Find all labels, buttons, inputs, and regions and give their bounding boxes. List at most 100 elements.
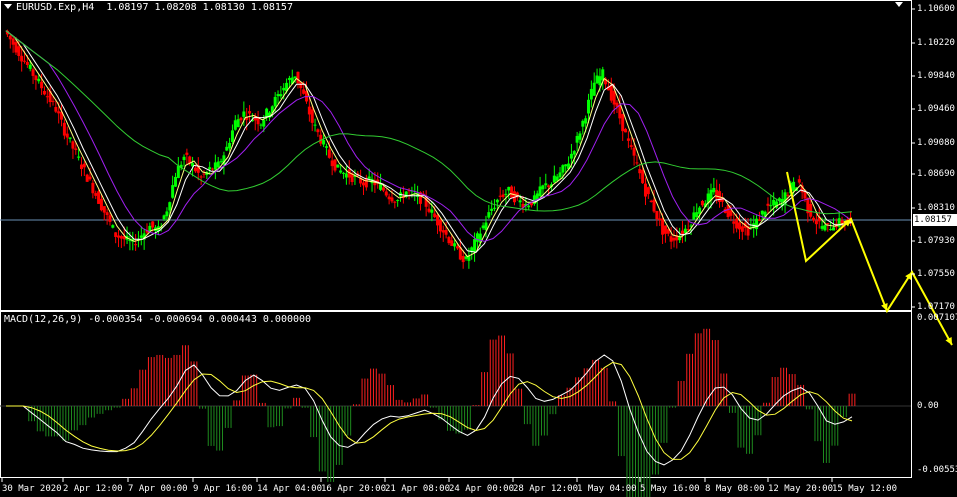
chart-scroll-icon[interactable]: [895, 2, 903, 7]
time-label: 30 Mar 2020: [2, 484, 62, 494]
candle-body: [581, 120, 585, 127]
candle-body: [313, 124, 317, 126]
price-label: 1.08690: [917, 169, 955, 179]
candle-body: [786, 194, 790, 196]
candle-body: [649, 200, 653, 203]
candle-body: [117, 235, 121, 238]
candle-body: [757, 219, 761, 221]
candle-body: [396, 200, 400, 202]
candle-body: [34, 75, 38, 81]
price-label: 1.09080: [917, 138, 955, 148]
candle-body: [45, 96, 49, 98]
candle-body: [772, 199, 776, 206]
candle-body: [339, 170, 343, 173]
candle-body: [233, 120, 237, 130]
price-label: 1.10600: [917, 4, 955, 14]
candle-body: [296, 71, 300, 84]
candle-body: [495, 199, 499, 203]
candle-body: [165, 211, 169, 217]
chart-menu-icon[interactable]: [4, 4, 12, 9]
candle-body: [552, 175, 556, 183]
candle-body: [760, 210, 764, 215]
candle-body: [62, 122, 66, 136]
candle-body: [812, 217, 816, 221]
time-label: 24 Apr 00:00: [449, 484, 515, 494]
candle-body: [712, 188, 716, 193]
candle-body: [455, 246, 459, 249]
candle-body: [282, 87, 286, 91]
candle-body: [433, 213, 437, 218]
candle-body: [65, 133, 69, 138]
candle-body: [71, 141, 75, 149]
candle-body: [91, 182, 95, 194]
candle-body: [256, 118, 260, 125]
macd-axis-label: -0.005539: [917, 465, 957, 475]
candle-body: [108, 215, 112, 222]
candle-body: [450, 240, 454, 246]
candle-body: [755, 218, 759, 230]
candle-body: [487, 212, 491, 218]
candle-body: [307, 106, 311, 115]
candle-body: [17, 46, 21, 57]
candle-body: [510, 186, 514, 198]
chart-window[interactable]: EURUSD.Exp,H4 1.08197 1.08208 1.08130 1.…: [0, 0, 957, 497]
ma-long-line: [5, 30, 853, 215]
symbol-name: EURUSD.Exp,H4: [16, 2, 95, 13]
candle-body: [792, 181, 796, 191]
candle-body: [618, 105, 622, 119]
price-chart[interactable]: [0, 0, 957, 497]
candle-body: [643, 183, 647, 197]
candle-body: [384, 191, 388, 196]
time-label: 7 Apr 00:00: [128, 484, 188, 494]
candle-body: [700, 201, 704, 206]
candle-body: [427, 208, 431, 212]
candle-body: [31, 69, 35, 76]
candle-body: [655, 210, 659, 220]
candle-body: [216, 161, 220, 168]
candle-body: [646, 187, 650, 195]
candle-body: [248, 111, 252, 114]
candle-body: [379, 184, 383, 190]
candle-body: [766, 203, 770, 206]
candle-body: [42, 90, 46, 95]
candle-body: [111, 225, 115, 228]
candle-body: [242, 111, 246, 117]
price-label: 1.09840: [917, 71, 955, 81]
candle-body: [829, 229, 833, 231]
candle-body: [638, 169, 642, 174]
candle-body: [504, 193, 508, 195]
candle-body: [555, 176, 559, 181]
ma-fast-line: [5, 30, 853, 258]
candle-body: [632, 147, 636, 156]
candle-body: [74, 148, 78, 150]
candle-body: [287, 77, 291, 80]
candle-body: [20, 55, 24, 62]
candle-body: [390, 197, 394, 202]
time-label: 21 Apr 08:00: [385, 484, 451, 494]
candle-body: [219, 161, 223, 163]
candle-body: [367, 176, 371, 179]
candle-body: [438, 220, 442, 232]
candle-body: [737, 222, 741, 230]
candle-body: [333, 159, 337, 171]
candle-body: [99, 198, 103, 211]
candle-body: [507, 186, 511, 191]
candle-body: [578, 133, 582, 140]
candle-body: [316, 129, 320, 133]
candle-body: [176, 165, 180, 178]
candle-body: [481, 225, 485, 229]
candle-body: [635, 162, 639, 164]
candle-body: [769, 205, 773, 207]
price-label: 1.07170: [917, 302, 955, 312]
candle-body: [538, 186, 542, 197]
time-label: 2 Apr 12:00: [63, 484, 123, 494]
candle-body: [732, 221, 736, 224]
ohlc-values: 1.08197 1.08208 1.08130 1.08157: [106, 2, 293, 13]
candle-body: [430, 209, 434, 213]
candle-body: [162, 215, 166, 220]
time-label: 9 Apr 16:00: [193, 484, 253, 494]
candle-body: [102, 206, 106, 213]
current-price-tag: 1.08157: [913, 214, 957, 226]
candle-body: [173, 176, 177, 187]
candle-body: [475, 233, 479, 242]
